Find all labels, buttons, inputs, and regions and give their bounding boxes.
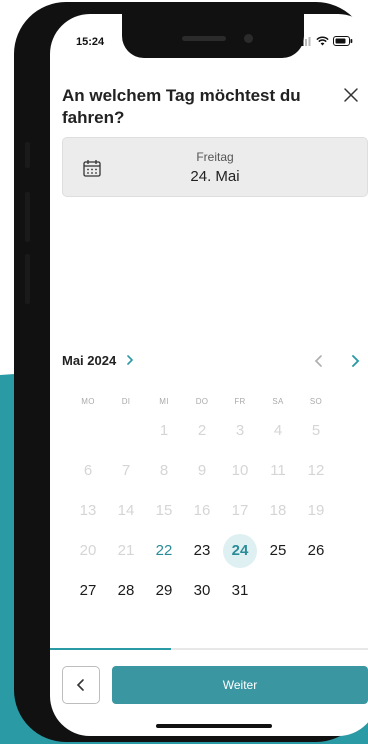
phone-frame: 15:24 An welchem Tag möchtest du fahren?… (14, 2, 368, 742)
calendar-day: 4 (273, 422, 283, 439)
calendar-day: 12 (307, 462, 325, 479)
chevron-right-icon[interactable] (126, 354, 134, 366)
calendar-day[interactable]: 26 (299, 534, 333, 568)
progress-bar (50, 648, 368, 650)
calendar-day[interactable]: 29 (147, 574, 181, 608)
calendar-day: 1 (159, 422, 169, 439)
signal-icon (298, 36, 311, 46)
progress-fill (50, 648, 172, 650)
calendar-header: Mai 2024 (62, 351, 368, 371)
selected-date: 24. Mai (190, 168, 240, 185)
calendar-day: 21 (117, 542, 135, 559)
calendar-day: 3 (235, 422, 245, 439)
calendar-day: 18 (269, 502, 287, 519)
calendar-day[interactable]: 31 (223, 574, 257, 608)
calendar-day: 5 (311, 422, 321, 439)
calendar-day: 19 (307, 502, 325, 519)
calendar-day: 8 (159, 462, 169, 479)
weekday-label: FR (234, 397, 246, 406)
status-time: 15:24 (76, 36, 105, 48)
home-indicator (156, 724, 272, 728)
calendar-day-selected[interactable]: 24 (223, 534, 257, 568)
calendar-day: 2 (197, 422, 207, 439)
side-button-silent (25, 142, 30, 168)
calendar-grid: 1 2 3 4 5 6 7 8 9 10 11 12 13 14 15 16 17 18 19 20 21 22 23 24 2… (60, 414, 368, 614)
phone-screen: 15:24 An welchem Tag möchtest du fahren?… (50, 14, 368, 736)
date-selector-field[interactable]: Freitag 24. Mai (62, 137, 368, 197)
back-button[interactable] (62, 666, 100, 704)
weekday-label: MO (81, 397, 95, 406)
weekday-label: DI (121, 397, 131, 406)
weekday-label: MI (159, 397, 169, 406)
calendar-day: 9 (197, 462, 207, 479)
weekday-label: SA (272, 397, 284, 406)
calendar-day[interactable]: 22 (147, 534, 181, 568)
wifi-icon (316, 36, 329, 46)
calendar-day[interactable]: 27 (71, 574, 105, 608)
weekday-label: DO (195, 397, 209, 406)
notch (122, 14, 304, 58)
calendar-day: 13 (79, 502, 97, 519)
calendar-day: 17 (231, 502, 249, 519)
calendar-day[interactable]: 30 (185, 574, 219, 608)
side-button-volume-up (25, 192, 30, 242)
battery-icon (333, 36, 353, 46)
calendar-day[interactable]: 25 (261, 534, 295, 568)
system-icons (298, 36, 353, 46)
next-month-button[interactable] (348, 353, 362, 369)
prev-month-button[interactable] (312, 353, 326, 369)
weekday-label: SO (309, 397, 323, 406)
calendar-day: 10 (231, 462, 249, 479)
calendar-day: 14 (117, 502, 135, 519)
camera (244, 34, 253, 43)
selected-weekday: Freitag (196, 150, 234, 164)
calendar-day: 20 (79, 542, 97, 559)
month-label[interactable]: Mai 2024 (62, 353, 116, 368)
next-button[interactable]: Weiter (112, 666, 368, 704)
calendar-day[interactable]: 23 (185, 534, 219, 568)
weekday-header-row: MO DI MI DO FR SA SO (60, 397, 368, 409)
calendar-day: 11 (270, 462, 286, 479)
calendar-day: 15 (155, 502, 173, 519)
calendar-day[interactable]: 28 (109, 574, 143, 608)
calendar-day: 6 (83, 462, 93, 479)
status-bar: 15:24 (50, 14, 368, 60)
page-title: An welchem Tag möchtest du fahren? (62, 86, 301, 127)
chevron-left-icon (76, 679, 84, 691)
close-icon[interactable] (342, 86, 360, 104)
calendar-day: 16 (193, 502, 211, 519)
calendar-day: 7 (121, 462, 131, 479)
side-button-volume-down (25, 254, 30, 304)
speaker (182, 36, 226, 41)
